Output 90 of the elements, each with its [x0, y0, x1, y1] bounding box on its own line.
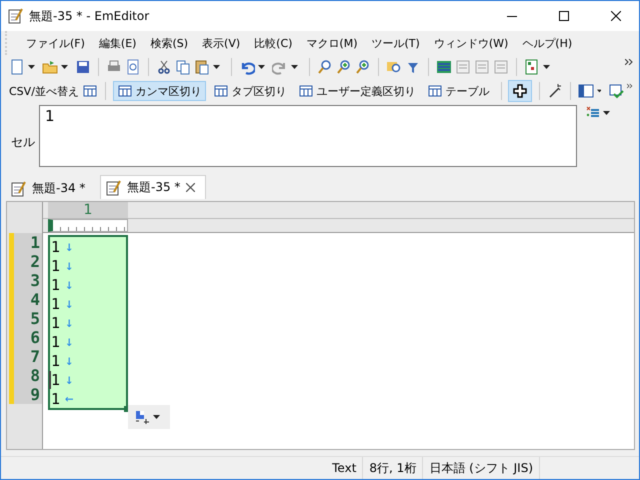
check-table-icon[interactable]: [608, 83, 624, 99]
cell-label: セル: [11, 134, 35, 150]
more-icon[interactable]: [627, 83, 633, 89]
search-icon[interactable]: [317, 59, 333, 75]
columns-icon[interactable]: [578, 83, 594, 99]
cell-text: 1: [51, 332, 60, 350]
document-tab[interactable]: 無題-35 *: [100, 175, 206, 199]
save-icon[interactable]: [75, 59, 91, 75]
caret-icon[interactable]: [603, 111, 610, 115]
line-number: 4: [9, 290, 42, 309]
cell-text: 1: [51, 294, 60, 312]
outline-icon[interactable]: [524, 59, 540, 75]
caret-icon[interactable]: [543, 65, 550, 69]
line-number: 5: [9, 309, 42, 328]
line-number: 1: [9, 233, 42, 252]
print-preview-icon[interactable]: [125, 59, 141, 75]
caret-icon[interactable]: [28, 65, 35, 69]
wand-icon[interactable]: [546, 83, 563, 99]
lines-icon[interactable]: [436, 59, 452, 75]
document-tab[interactable]: 無題-34 *: [5, 177, 100, 199]
notepad-icon: [105, 180, 121, 196]
line-number: 9: [9, 385, 42, 404]
caret-icon[interactable]: [61, 65, 68, 69]
plus-icon: [512, 83, 528, 99]
csv-mode-button[interactable]: カンマ区切り: [112, 81, 206, 101]
line-number: 3: [9, 271, 42, 290]
menu-item[interactable]: ウィンドウ(W): [426, 36, 516, 50]
line-number: 2: [9, 252, 42, 271]
grid-icon[interactable]: [82, 83, 98, 99]
menu-item[interactable]: ヘルプ(H): [515, 36, 580, 50]
menu-item[interactable]: ツール(T): [364, 36, 427, 50]
window-title: 無題-35 * - EmEditor: [29, 8, 150, 24]
status-item: 日本語 (シフト JIS): [422, 457, 539, 479]
close-icon[interactable]: [611, 11, 621, 21]
grid-icon: [426, 83, 443, 99]
line-end-mark: ↓: [65, 238, 74, 254]
more-icon[interactable]: [625, 59, 633, 65]
status-item: Text: [331, 460, 358, 477]
csv-mode-button[interactable]: テーブル: [422, 81, 494, 101]
cell-text: 1: [51, 256, 60, 274]
grid-icon: [212, 83, 229, 99]
cell-text: 1: [51, 390, 60, 408]
menu-item[interactable]: 比較(C): [247, 36, 300, 50]
notepad-icon: [10, 180, 26, 196]
csv-label: CSV/並べ替え: [9, 84, 79, 98]
cell-cursor-button[interactable]: [508, 80, 532, 102]
cell-text: 1: [51, 370, 60, 388]
menu-item[interactable]: ファイル(F): [19, 36, 92, 50]
quick-action-button[interactable]: [128, 405, 170, 429]
line-number: 8: [9, 366, 42, 385]
split-icon: [134, 409, 150, 425]
caret-icon[interactable]: [596, 89, 602, 93]
line-end-mark: ↓: [65, 296, 74, 312]
line-number: 6: [9, 328, 42, 347]
menu-item[interactable]: 検索(S): [143, 36, 196, 50]
caret-icon[interactable]: [213, 65, 220, 69]
line-end-mark: ↓: [65, 352, 74, 368]
line-end-mark: ↓: [65, 276, 74, 292]
grid-icon: [116, 83, 133, 99]
maximize-icon[interactable]: [559, 11, 569, 21]
line-end-mark: ↓: [65, 314, 74, 330]
search-next-icon[interactable]: [355, 59, 371, 75]
menu-item[interactable]: 編集(E): [92, 36, 144, 50]
caret-icon[interactable]: [153, 415, 160, 419]
line-number: 7: [9, 347, 42, 366]
line-end-mark: ↓: [65, 372, 74, 388]
csv-mode-button[interactable]: ユーザー定義区切り: [294, 81, 420, 101]
cell-text: 1: [51, 352, 60, 370]
copy-icon[interactable]: [175, 59, 191, 75]
line-end-mark: ←: [65, 390, 74, 406]
new-file-icon[interactable]: [9, 59, 25, 75]
line-end-mark: ↓: [65, 258, 74, 274]
caret-icon[interactable]: [291, 65, 298, 69]
csv-mode-button[interactable]: タブ区切り: [208, 81, 291, 101]
caret-icon[interactable]: [258, 65, 265, 69]
cell-text: 1: [51, 314, 60, 332]
menu-item[interactable]: 表示(V): [195, 36, 248, 50]
line-end-mark: ↓: [65, 334, 74, 350]
cell-text: 1: [51, 276, 60, 294]
search-next-icon[interactable]: [336, 59, 352, 75]
grid-icon: [298, 83, 314, 99]
scissors-icon[interactable]: [156, 59, 172, 75]
notepad-icon: [7, 8, 23, 24]
status-item: 8行, 1桁: [362, 457, 422, 479]
folder-search-icon[interactable]: [386, 59, 402, 75]
cell-text: 1: [51, 238, 60, 256]
paste-icon[interactable]: [194, 59, 210, 75]
menu-item[interactable]: マクロ(M): [299, 36, 364, 50]
close-icon[interactable]: [186, 183, 196, 192]
cell-input-field[interactable]: 1: [39, 105, 577, 167]
